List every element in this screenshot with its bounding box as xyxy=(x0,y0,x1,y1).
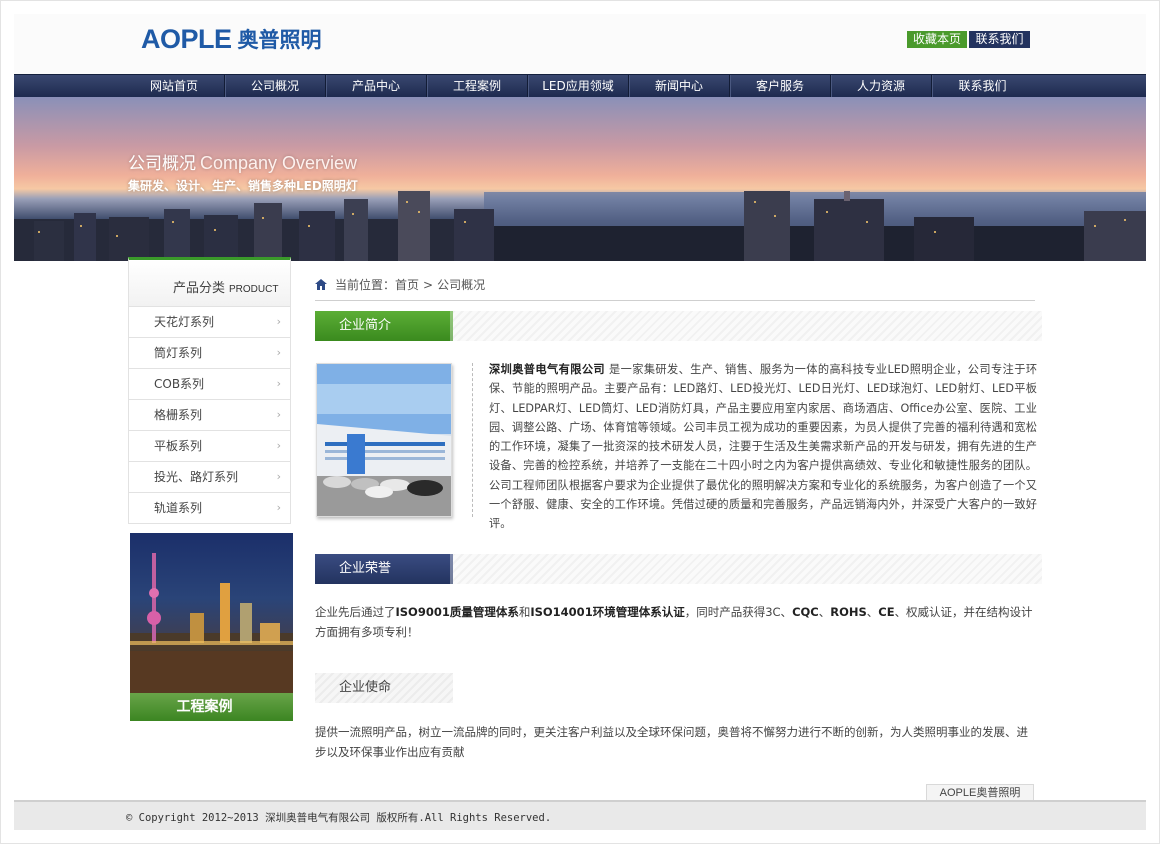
honor-section-title: 企业荣誉 xyxy=(315,554,453,584)
sidebar-heading: 产品分类 PRODUCT xyxy=(128,257,291,307)
breadcrumb: 当前位置： 首页 > 公司概况 xyxy=(315,276,485,293)
chevron-right-icon: › xyxy=(276,501,281,514)
sidebar-item-flood-street[interactable]: 投光、路灯系列 › xyxy=(129,462,290,493)
section-stripe xyxy=(453,554,1042,584)
home-icon xyxy=(315,279,327,290)
sidebar-item-label: COB系列 xyxy=(154,377,205,391)
nav-item-led-applications[interactable]: LED应用领域 xyxy=(528,75,629,98)
nav-item-home[interactable]: 网站首页 xyxy=(124,75,225,98)
breadcrumb-divider xyxy=(315,300,1035,301)
breadcrumb-current: 公司概况 xyxy=(437,278,486,292)
sidebar-item-panel[interactable]: 平板系列 › xyxy=(129,431,290,462)
chevron-right-icon: › xyxy=(276,439,281,452)
intro-text: 深圳奥普电气有限公司 是一家集研发、生产、销售、服务为一体的高科技专业LED照明… xyxy=(489,360,1037,534)
rohs-label: ROHS xyxy=(830,605,867,619)
nav-item-about[interactable]: 公司概况 xyxy=(225,75,326,98)
iso9001-label: ISO9001质量管理体系 xyxy=(395,605,519,619)
project-cases-banner[interactable]: 工程案例 xyxy=(130,533,293,721)
chevron-right-icon: › xyxy=(276,470,281,483)
nav-item-contact[interactable]: 联系我们 xyxy=(932,75,1033,98)
logo[interactable]: AOPLE 奥普照明 xyxy=(141,24,322,54)
breadcrumb-separator: > xyxy=(423,277,434,292)
banner: 公司概况 Company Overview 集研发、设计、生产、销售多种LED照明… xyxy=(14,97,1146,261)
sidebar-item-track[interactable]: 轨道系列 › xyxy=(129,493,290,524)
sidebar-item-label: 天花灯系列 xyxy=(154,315,215,329)
mission-section-title: 企业使命 xyxy=(315,673,453,703)
sidebar-item-ceiling-light[interactable]: 天花灯系列 › xyxy=(129,307,290,338)
chevron-right-icon: › xyxy=(276,408,281,421)
page: AOPLE 奥普照明 收藏本页 联系我们 网站首页 公司概况 产品中心 工程案例… xyxy=(0,0,1160,844)
banner-skyline xyxy=(14,191,1146,261)
intro-section-title: 企业简介 xyxy=(315,311,453,341)
honor-text-part: 企业先后通过了 xyxy=(315,605,396,619)
sidebar-item-cob[interactable]: COB系列 › xyxy=(129,369,290,400)
iso14001-label: ISO14001环境管理体系认证 xyxy=(530,605,685,619)
logo-text-cn: 奥普照明 xyxy=(237,28,322,52)
honor-text-part: 、 xyxy=(866,605,879,619)
intro-divider xyxy=(472,363,473,517)
building-image xyxy=(317,364,451,516)
top-links: 收藏本页 联系我们 xyxy=(907,31,1030,48)
nav-item-service[interactable]: 客户服务 xyxy=(730,75,831,98)
contact-link[interactable]: 联系我们 xyxy=(969,31,1030,48)
copyright-text: © Copyright 2012~2013 深圳奥普电气有限公司 版权所有.Al… xyxy=(126,812,552,824)
section-stripe xyxy=(453,311,1042,341)
favorite-link[interactable]: 收藏本页 xyxy=(907,31,967,48)
nav-item-hr[interactable]: 人力资源 xyxy=(831,75,932,98)
company-building-photo xyxy=(316,363,452,517)
sidebar-item-label: 筒灯系列 xyxy=(154,346,203,360)
chevron-right-icon: › xyxy=(276,377,281,390)
banner-title-en: Company Overview xyxy=(200,153,358,173)
nav-item-cases[interactable]: 工程案例 xyxy=(427,75,528,98)
honor-text-part: 和 xyxy=(518,605,531,619)
company-name: 深圳奥普电气有限公司 xyxy=(489,363,606,376)
honor-section-header: 企业荣誉 xyxy=(315,554,1042,584)
intro-section-header: 企业简介 xyxy=(315,311,1042,341)
logo-text-en: AOPLE xyxy=(141,23,232,54)
sidebar-heading-en: PRODUCT xyxy=(229,284,279,295)
sidebar-item-label: 投光、路灯系列 xyxy=(154,470,239,484)
header: AOPLE 奥普照明 收藏本页 联系我们 xyxy=(14,14,1146,74)
chevron-right-icon: › xyxy=(276,315,281,328)
sidebar-item-label: 平板系列 xyxy=(154,439,203,453)
mission-text: 提供一流照明产品，树立一流品牌的同时，更关注客户利益以及全球环保问题，奥普将不懈… xyxy=(315,725,1028,759)
sidebar-heading-cn: 产品分类 xyxy=(173,281,226,296)
footer-brand-tab: AOPLE奥普照明 xyxy=(926,784,1034,801)
project-cases-label: 工程案例 xyxy=(176,699,233,715)
sidebar-item-downlight[interactable]: 筒灯系列 › xyxy=(129,338,290,369)
honor-text: 企业先后通过了ISO9001质量管理体系和ISO14001环境管理体系认证，同时… xyxy=(315,602,1039,642)
honor-text-part: 、 xyxy=(818,605,831,619)
cqc-label: CQC xyxy=(792,605,819,619)
nav-item-news[interactable]: 新闻中心 xyxy=(629,75,730,98)
footer: © Copyright 2012~2013 深圳奥普电气有限公司 版权所有.Al… xyxy=(14,800,1146,830)
intro-body: 是一家集研发、生产、销售、服务为一体的高科技专业LED照明企业，公司专注于环保、… xyxy=(489,363,1038,531)
sidebar-item-grille[interactable]: 格栅系列 › xyxy=(129,400,290,431)
main-nav: 网站首页 公司概况 产品中心 工程案例 LED应用领域 新闻中心 客户服务 人力… xyxy=(14,74,1146,98)
ce-label: CE xyxy=(878,605,895,619)
honor-text-part: ，同时产品获得3C、 xyxy=(684,605,793,619)
sidebar-item-label: 格栅系列 xyxy=(154,408,203,422)
mission-section-header: 企业使命 xyxy=(315,673,453,703)
product-category-list: 天花灯系列 › 筒灯系列 › COB系列 › 格栅系列 › 平板系列 › 投光、路灯系列 ›… xyxy=(128,307,291,524)
breadcrumb-prefix: 当前位置： xyxy=(335,278,396,292)
sidebar: 产品分类 PRODUCT 天花灯系列 › 筒灯系列 › COB系列 › 格栅系列 › 平板… xyxy=(128,257,291,524)
nav-item-products[interactable]: 产品中心 xyxy=(326,75,427,98)
sidebar-item-label: 轨道系列 xyxy=(154,501,203,515)
banner-title: 公司概况 Company Overview xyxy=(128,149,357,174)
breadcrumb-home-link[interactable]: 首页 xyxy=(395,276,419,293)
banner-title-cn: 公司概况 xyxy=(128,154,196,174)
banner-subtitle: 集研发、设计、生产、销售多种LED照明灯 xyxy=(128,179,358,193)
chevron-right-icon: › xyxy=(276,346,281,359)
